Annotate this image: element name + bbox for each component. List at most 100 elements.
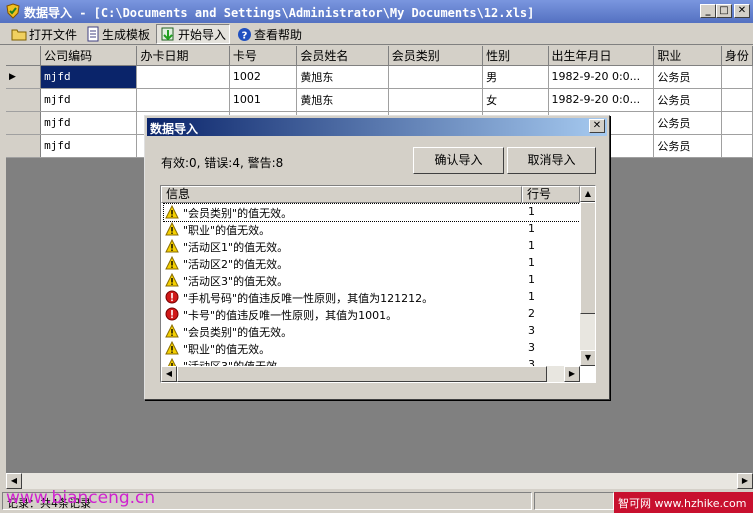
info-column-header[interactable]: 信息 xyxy=(161,186,522,203)
warning-icon xyxy=(165,323,179,338)
help-icon: ? xyxy=(238,27,251,41)
list-item[interactable]: "活动区2"的值无效。 1 xyxy=(164,255,580,272)
warning-icon xyxy=(165,204,179,219)
table-cell[interactable]: 公务员 xyxy=(653,111,722,135)
table-cell[interactable]: 黄旭东 xyxy=(296,88,389,112)
current-row-indicator[interactable]: ▶ xyxy=(6,65,42,89)
table-cell[interactable]: mjfd xyxy=(40,134,138,158)
table-cell[interactable]: 1982-9-20 0:0... xyxy=(548,88,655,112)
column-header[interactable]: 公司编码 xyxy=(40,46,138,66)
table-cell[interactable]: 1001 xyxy=(229,88,298,112)
table-cell[interactable]: 公务员 xyxy=(653,88,722,112)
close-button[interactable]: ✕ xyxy=(734,4,750,18)
message-list[interactable]: 信息 行号 "会员类别"的值无效。 1 "职业"的值无效。 1 "活动区1"的值无效。 1… xyxy=(160,185,596,383)
column-header[interactable]: 出生年月日 xyxy=(548,46,655,66)
scroll-right-button[interactable]: ▶ xyxy=(737,473,753,489)
list-item[interactable]: "卡号"的值违反唯一性原则，其值为1001。 2 xyxy=(164,306,580,323)
table-cell[interactable]: mjfd xyxy=(40,65,138,89)
table-row[interactable]: mjfd 1001 黄旭东 女 1982-9-20 0:0... 公务员 xyxy=(6,88,753,112)
list-item[interactable]: "活动区1"的值无效。 1 xyxy=(164,238,580,255)
dialog-title-bar[interactable]: 数据导入 xyxy=(147,118,607,136)
maximize-button[interactable]: □ xyxy=(716,4,732,18)
message-line-number: 1 xyxy=(528,239,535,252)
list-item[interactable]: "会员类别"的值无效。 1 xyxy=(163,203,581,222)
start-import-button[interactable]: 开始导入 xyxy=(156,24,231,44)
list-item[interactable]: "手机号码"的值违反唯一性原则，其值为121212。 1 xyxy=(164,289,580,306)
column-header[interactable]: 性别 xyxy=(482,46,549,66)
table-cell[interactable]: 1002 xyxy=(229,65,298,89)
table-cell[interactable]: 男 xyxy=(482,65,549,89)
open-file-button[interactable]: 打开文件 xyxy=(8,24,80,44)
table-cell[interactable] xyxy=(721,134,753,158)
table-cell[interactable] xyxy=(388,88,484,112)
table-cell[interactable] xyxy=(136,65,230,89)
cancel-import-button[interactable]: 取消导入 xyxy=(507,147,596,174)
column-header[interactable]: 会员姓名 xyxy=(296,46,389,66)
table-header-row: 公司编码 办卡日期 卡号 会员姓名 会员类别 性别 出生年月日 职业 身份 xyxy=(6,46,753,66)
warning-icon xyxy=(165,272,179,287)
list-item[interactable]: "活动区3"的值无效。 1 xyxy=(164,272,580,289)
message-vertical-scrollbar[interactable]: ▲ ▼ xyxy=(580,186,595,366)
scroll-left-button[interactable]: ◀ xyxy=(6,473,22,489)
dialog-close-button[interactable]: ✕ xyxy=(589,119,605,133)
table-cell[interactable]: 公务员 xyxy=(653,134,722,158)
import-icon xyxy=(161,27,174,41)
title-bar[interactable]: 数据导入 - [C:\Documents and Settings\Admini… xyxy=(0,0,753,23)
line-column-header[interactable]: 行号 xyxy=(522,186,580,203)
warning-icon xyxy=(165,255,179,270)
minimize-button[interactable]: _ xyxy=(700,4,716,18)
grid-horizontal-scrollbar[interactable]: ◀ ▶ xyxy=(6,473,753,489)
table-cell[interactable]: 1982-9-20 0:0... xyxy=(548,65,655,89)
scroll-right-button[interactable]: ▶ xyxy=(564,366,580,382)
warning-icon xyxy=(165,340,179,355)
table-row[interactable]: ▶ mjfd 1002 黄旭东 男 1982-9-20 0:0... 公务员 xyxy=(6,65,753,89)
list-item[interactable]: "职业"的值无效。 3 xyxy=(164,340,580,357)
list-item[interactable]: "职业"的值无效。 1 xyxy=(164,221,580,238)
message-horizontal-scrollbar[interactable]: ◀ ▶ xyxy=(161,366,580,382)
start-import-label: 开始导入 xyxy=(178,27,227,42)
toolbar: 打开文件 生成模板 开始导入 ? 查看帮助 xyxy=(0,23,753,45)
list-item[interactable]: "会员类别"的值无效。 3 xyxy=(164,323,580,340)
column-header[interactable]: 身份 xyxy=(721,46,753,66)
table-cell[interactable]: mjfd xyxy=(40,88,138,112)
table-cell[interactable] xyxy=(388,65,484,89)
table-cell[interactable] xyxy=(136,88,230,112)
message-list-header: 信息 行号 xyxy=(161,186,580,203)
app-shield-icon xyxy=(6,3,20,19)
row-indicator[interactable] xyxy=(6,111,42,135)
table-cell[interactable]: 公务员 xyxy=(653,65,722,89)
table-cell[interactable] xyxy=(721,111,753,135)
column-header[interactable]: 卡号 xyxy=(229,46,298,66)
table-cell[interactable]: 黄旭东 xyxy=(296,65,389,89)
column-header[interactable]: 职业 xyxy=(653,46,722,66)
scroll-thumb[interactable] xyxy=(580,202,595,314)
table-cell[interactable]: 女 xyxy=(482,88,549,112)
row-indicator-header xyxy=(6,46,42,66)
main-window: 数据导入 - [C:\Documents and Settings\Admini… xyxy=(0,0,753,513)
warning-icon xyxy=(165,238,179,253)
column-header[interactable]: 会员类别 xyxy=(388,46,484,66)
message-line-number: 1 xyxy=(528,290,535,303)
column-header[interactable]: 办卡日期 xyxy=(136,46,230,66)
scroll-thumb[interactable] xyxy=(177,366,547,382)
message-text: "职业"的值无效。 xyxy=(183,343,271,356)
scroll-up-button[interactable]: ▲ xyxy=(580,186,595,202)
status-panel-2 xyxy=(534,492,614,510)
message-text: "会员类别"的值无效。 xyxy=(183,326,293,339)
table-cell[interactable]: mjfd xyxy=(40,111,138,135)
row-indicator[interactable] xyxy=(6,134,42,158)
table-cell[interactable] xyxy=(721,88,753,112)
scroll-left-button[interactable]: ◀ xyxy=(161,366,177,382)
message-line-number: 1 xyxy=(528,256,535,269)
message-text: "活动区1"的值无效。 xyxy=(183,241,289,254)
table-cell[interactable] xyxy=(721,65,753,89)
confirm-import-button[interactable]: 确认导入 xyxy=(413,147,504,174)
message-line-number: 3 xyxy=(528,341,535,354)
generate-template-label: 生成模板 xyxy=(102,27,151,42)
message-text: "手机号码"的值违反唯一性原则，其值为121212。 xyxy=(183,292,434,305)
generate-template-button[interactable]: 生成模板 xyxy=(83,24,153,44)
view-help-button[interactable]: ? 查看帮助 xyxy=(234,24,305,44)
scroll-down-button[interactable]: ▼ xyxy=(580,350,595,366)
message-text: "活动区3"的值无效。 xyxy=(183,275,289,288)
row-indicator[interactable] xyxy=(6,88,42,112)
